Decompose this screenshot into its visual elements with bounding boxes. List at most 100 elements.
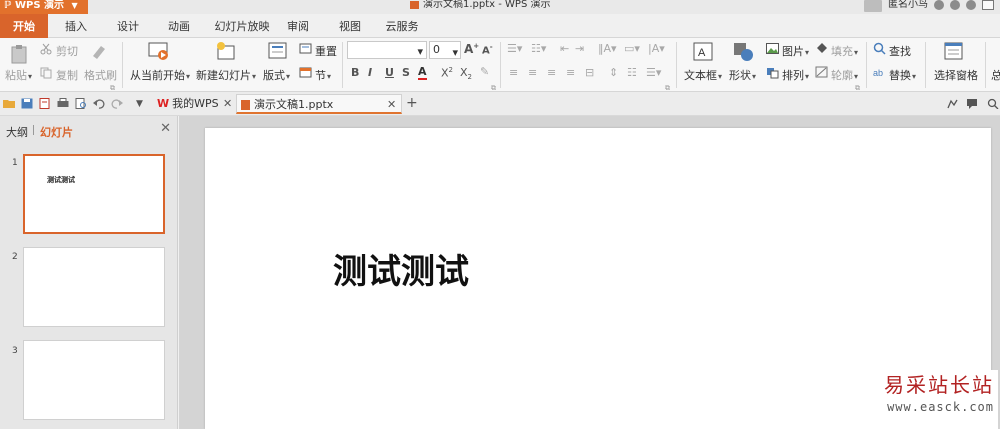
copy-icon[interactable] [40, 67, 52, 79]
textbox-icon[interactable]: A [693, 42, 713, 62]
increase-font-icon[interactable]: A+ [464, 42, 479, 56]
paragraph-spacing-icon[interactable]: ☰▾ [646, 66, 661, 79]
arrange-button[interactable]: 排列▾ [782, 67, 809, 83]
align-right-icon[interactable]: ≡ [547, 66, 556, 79]
picture-icon[interactable] [766, 43, 779, 54]
bullet-list-icon[interactable]: ☰▾ [507, 42, 522, 55]
outline-icon[interactable] [815, 66, 828, 78]
avatar[interactable] [864, 0, 882, 12]
arrange-icon[interactable] [766, 67, 779, 79]
reset-icon[interactable] [299, 43, 312, 55]
convert-smartart-icon[interactable]: |A▾ [648, 42, 665, 55]
print-preview-icon[interactable] [75, 98, 87, 109]
selection-pane-button[interactable]: 选择窗格 [934, 67, 978, 83]
feedback-icon[interactable] [950, 0, 960, 10]
tab-slideshow[interactable]: 幻灯片放映 [206, 14, 278, 38]
collapse-ribbon-icon[interactable] [982, 0, 994, 10]
more-button[interactable]: 总 [991, 67, 1000, 83]
copy-button[interactable]: 复制 [56, 67, 78, 83]
font-name-select[interactable]: ▾ [347, 41, 427, 59]
tab-home[interactable]: 开始 [0, 14, 48, 38]
distribute-icon[interactable]: ⊟ [585, 66, 594, 79]
paste-icon[interactable] [9, 44, 29, 64]
underline-icon[interactable]: U [385, 66, 394, 79]
export-pdf-icon[interactable] [39, 98, 51, 109]
close-icon[interactable]: ✕ [160, 121, 171, 136]
picture-button[interactable]: 图片▾ [782, 43, 809, 59]
search-icon[interactable] [873, 42, 886, 55]
justify-icon[interactable]: ≡ [566, 66, 575, 79]
tab-view[interactable]: 视图 [330, 14, 370, 38]
layout-button[interactable]: 版式▾ [263, 67, 290, 83]
slide-title-textbox[interactable]: 测试测试 [333, 244, 469, 293]
fill-icon[interactable] [815, 42, 828, 54]
layout-icon[interactable] [268, 42, 288, 60]
tab-outline[interactable]: 大纲 [6, 124, 28, 140]
decrease-font-icon[interactable]: A- [482, 43, 493, 56]
reset-button[interactable]: 重置 [315, 43, 337, 59]
fill-button[interactable]: 填充▾ [831, 43, 858, 59]
align-text-icon[interactable]: ▭▾ [624, 42, 640, 55]
format-painter-button[interactable]: 格式刷 [84, 67, 117, 83]
tab-animation[interactable]: 动画 [155, 14, 203, 38]
tab-design[interactable]: 设计 [104, 14, 152, 38]
section-icon[interactable] [299, 67, 312, 79]
superscript-icon[interactable]: X2 [441, 66, 453, 80]
tab-review[interactable]: 审阅 [278, 14, 318, 38]
replace-icon[interactable]: ab [873, 66, 886, 79]
redo-icon[interactable] [111, 98, 123, 109]
comment-icon[interactable] [966, 98, 978, 109]
shape-button[interactable]: 形状▾ [729, 67, 756, 83]
slide-thumbnail-3[interactable] [23, 340, 165, 420]
outline-button[interactable]: 轮廓▾ [831, 67, 858, 83]
close-icon[interactable]: ✕ [223, 94, 232, 114]
shape-icon[interactable] [733, 42, 755, 62]
align-center-icon[interactable]: ≡ [528, 66, 537, 79]
tab-my-wps[interactable]: W 我的WPS ✕ [153, 94, 235, 114]
close-icon[interactable]: ✕ [387, 95, 396, 115]
skin-icon[interactable] [934, 0, 944, 10]
textbox-button[interactable]: 文本框▾ [684, 67, 722, 83]
italic-icon[interactable]: I [368, 66, 372, 79]
clear-format-icon[interactable]: ✎ [480, 65, 489, 78]
subscript-icon[interactable]: X2 [460, 66, 472, 81]
customize-toolbar-icon[interactable]: ▼ [136, 99, 148, 110]
replace-button[interactable]: 替换▾ [889, 67, 916, 83]
from-current-button[interactable]: 从当前开始▾ [130, 67, 190, 83]
decrease-indent-icon[interactable]: ⇤ [560, 42, 569, 55]
font-color-icon[interactable]: A [418, 65, 427, 80]
new-slide-button[interactable]: 新建幻灯片▾ [196, 67, 256, 83]
user-name[interactable]: 匿名小鸟 [888, 0, 928, 10]
find-button[interactable]: 查找 [889, 43, 911, 59]
scissors-icon[interactable] [40, 43, 52, 55]
tab-insert[interactable]: 插入 [52, 14, 100, 38]
cut-button[interactable]: 剪切 [56, 43, 78, 59]
search-icon[interactable] [987, 98, 999, 109]
undo-icon[interactable] [93, 98, 105, 109]
text-direction-icon[interactable]: ‖A▾ [598, 42, 617, 55]
section-button[interactable]: 节▾ [315, 67, 331, 83]
new-slide-icon[interactable] [215, 41, 237, 61]
slide-thumbnail-2[interactable] [23, 247, 165, 327]
save-icon[interactable] [21, 98, 33, 109]
print-icon[interactable] [57, 98, 69, 109]
line-spacing-icon[interactable]: ⇕ [609, 66, 618, 79]
align-left-icon[interactable]: ≡ [509, 66, 518, 79]
new-tab-icon[interactable]: + [406, 95, 418, 111]
increase-indent-icon[interactable]: ⇥ [575, 42, 584, 55]
tab-cloud[interactable]: 云服务 [378, 14, 426, 38]
help-icon[interactable] [966, 0, 976, 10]
slide-thumbnail-1[interactable]: 测试测试 [23, 154, 165, 234]
columns-icon[interactable]: ☷ [627, 66, 637, 79]
numbered-list-icon[interactable]: ☷▾ [531, 42, 546, 55]
hand-tool-icon[interactable] [946, 98, 958, 109]
selection-pane-icon[interactable] [944, 42, 964, 62]
bold-icon[interactable]: B [351, 66, 359, 79]
open-folder-icon[interactable] [3, 98, 15, 109]
format-painter-icon[interactable] [90, 42, 108, 60]
slide-canvas[interactable]: 测试测试 [205, 128, 991, 429]
slideshow-from-current-icon[interactable] [148, 41, 170, 61]
tab-document[interactable]: 演示文稿1.pptx ✕ [236, 94, 402, 114]
font-size-select[interactable]: 0 ▾ [429, 41, 461, 59]
paste-button[interactable]: 粘贴▾ [5, 67, 32, 83]
